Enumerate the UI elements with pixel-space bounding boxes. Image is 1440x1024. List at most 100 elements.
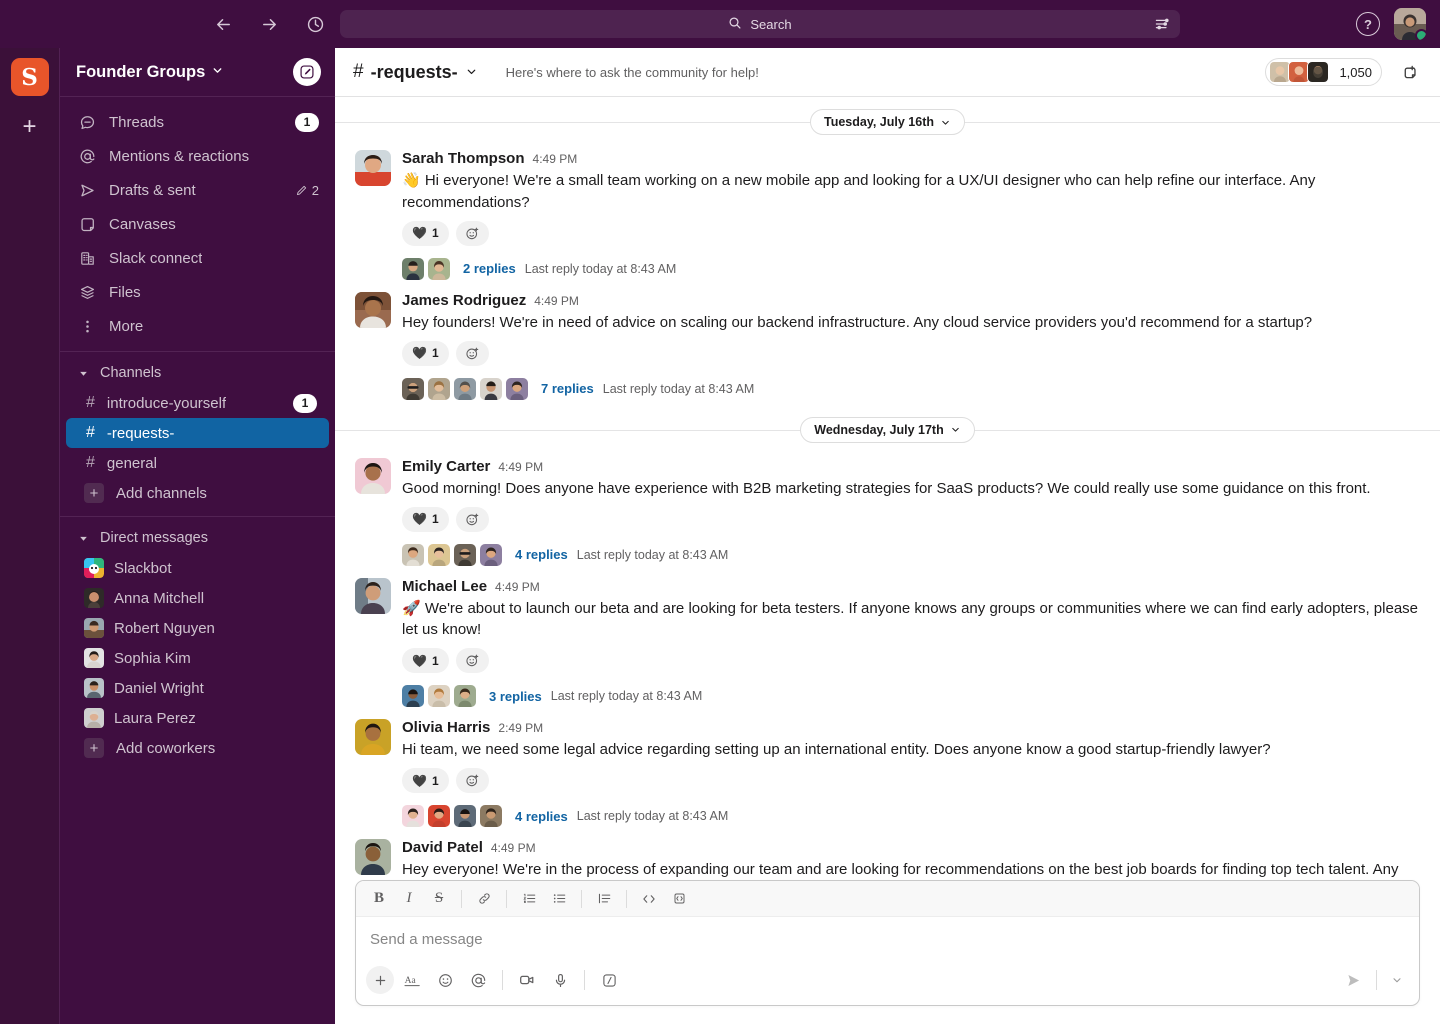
date-pill[interactable]: Tuesday, July 16th xyxy=(810,109,965,135)
clock-icon[interactable] xyxy=(300,9,330,39)
avatar[interactable] xyxy=(355,577,391,614)
sidebar-dm-slackbot[interactable]: Slackbot xyxy=(66,553,329,583)
thread-summary[interactable]: 4 replies Last reply today at 8:43 AM xyxy=(402,802,735,830)
message-author[interactable]: Olivia Harris xyxy=(402,719,490,737)
bold-icon[interactable]: B xyxy=(365,886,393,912)
sidebar-item-slack-connect[interactable]: Slack connect xyxy=(60,241,335,275)
chevron-down-icon[interactable] xyxy=(1385,966,1409,994)
thread-summary[interactable]: 7 replies Last reply today at 8:43 AM xyxy=(402,375,761,403)
channels-section-header[interactable]: Channels xyxy=(60,358,335,388)
sidebar-item-mentions[interactable]: Mentions & reactions xyxy=(60,139,335,173)
forward-button[interactable] xyxy=(254,9,284,39)
search-input[interactable]: Search xyxy=(340,10,1180,38)
avatar[interactable] xyxy=(1394,8,1426,40)
message-input[interactable]: Send a message xyxy=(356,917,1419,961)
link-icon[interactable] xyxy=(470,886,498,912)
reaction-pill[interactable]: 🖤 1 xyxy=(402,648,449,674)
workspace-icon[interactable]: S xyxy=(10,58,49,96)
thread-reply-count[interactable]: 7 replies xyxy=(541,381,594,396)
message-author[interactable]: James Rodriguez xyxy=(402,292,526,310)
add-workspace-icon[interactable]: + xyxy=(13,110,47,144)
workspace-switcher[interactable]: Founder Groups xyxy=(76,63,224,82)
thread-reply-count[interactable]: 3 replies xyxy=(489,689,542,704)
thread-summary[interactable]: 2 replies Last reply today at 8:43 AM xyxy=(402,255,683,283)
message-row[interactable]: James Rodriguez 4:49 PM Hey founders! We… xyxy=(335,285,1440,405)
message-row[interactable]: David Patel 4:49 PM Hey everyone! We're … xyxy=(335,832,1440,880)
avatar[interactable] xyxy=(355,719,391,756)
message-row[interactable]: Michael Lee 4:49 PM 🚀 We're about to lau… xyxy=(335,571,1440,713)
help-icon[interactable]: ? xyxy=(1356,12,1380,36)
message-timestamp[interactable]: 2:49 PM xyxy=(498,721,543,735)
add-reaction-icon[interactable] xyxy=(455,648,489,674)
emoji-icon[interactable] xyxy=(430,966,460,994)
thread-summary[interactable]: 4 replies Last reply today at 8:43 AM xyxy=(402,541,735,569)
reaction-pill[interactable]: 🖤 1 xyxy=(402,768,449,794)
video-icon[interactable] xyxy=(512,966,542,994)
sidebar-dm-daniel-wright[interactable]: Daniel Wright xyxy=(66,673,329,703)
back-button[interactable] xyxy=(208,9,238,39)
message-author[interactable]: Michael Lee xyxy=(402,578,487,596)
new-canvas-icon[interactable] xyxy=(1396,58,1424,86)
audio-icon[interactable] xyxy=(545,966,575,994)
sidebar-item-canvases[interactable]: Canvases xyxy=(60,207,335,241)
message-row[interactable]: Sarah Thompson 4:49 PM 👋 Hi everyone! We… xyxy=(335,143,1440,285)
message-row[interactable]: Emily Carter 4:49 PM Good morning! Does … xyxy=(335,451,1440,571)
sidebar-dm-laura-perez[interactable]: Laura Perez xyxy=(66,703,329,733)
sidebar-item-drafts[interactable]: Drafts & sent 2 xyxy=(60,173,335,207)
channel-title[interactable]: # -requests- xyxy=(353,58,484,86)
members-button[interactable]: 1,050 xyxy=(1265,58,1382,86)
sidebar-item-files[interactable]: Files xyxy=(60,275,335,309)
sidebar-channel-introduce-yourself[interactable]: # introduce-yourself 1 xyxy=(66,388,329,418)
thread-summary[interactable]: 3 replies Last reply today at 8:43 AM xyxy=(402,682,709,710)
message-timestamp[interactable]: 4:49 PM xyxy=(498,460,543,474)
send-icon[interactable] xyxy=(1338,966,1368,994)
message-timestamp[interactable]: 4:49 PM xyxy=(495,580,540,594)
reaction-pill[interactable]: 🖤 1 xyxy=(402,340,449,366)
message-row[interactable]: Olivia Harris 2:49 PM Hi team, we need s… xyxy=(335,712,1440,832)
thread-reply-count[interactable]: 2 replies xyxy=(463,261,516,276)
filter-icon[interactable] xyxy=(1154,16,1170,32)
blockquote-icon[interactable] xyxy=(590,886,618,912)
message-author[interactable]: David Patel xyxy=(402,839,483,857)
add-reaction-icon[interactable] xyxy=(455,506,489,532)
strikethrough-icon[interactable]: S xyxy=(425,886,453,912)
message-timestamp[interactable]: 4:49 PM xyxy=(491,841,536,855)
sidebar-dm-sophia-kim[interactable]: Sophia Kim xyxy=(66,643,329,673)
sidebar-dm-robert-nguyen[interactable]: Robert Nguyen xyxy=(66,613,329,643)
avatar[interactable] xyxy=(355,839,391,876)
ordered-list-icon[interactable] xyxy=(515,886,543,912)
dms-section-header[interactable]: Direct messages xyxy=(60,523,335,553)
date-pill[interactable]: Wednesday, July 17th xyxy=(800,416,975,443)
code-icon[interactable] xyxy=(635,886,663,912)
message-list[interactable]: Tuesday, July 16th Sarah Thompson 4:49 P… xyxy=(335,97,1440,880)
channel-topic[interactable]: Here's where to ask the community for he… xyxy=(506,65,759,80)
thread-reply-count[interactable]: 4 replies xyxy=(515,547,568,562)
compose-icon[interactable] xyxy=(293,58,321,86)
avatar[interactable] xyxy=(355,457,391,494)
bulleted-list-icon[interactable] xyxy=(545,886,573,912)
add-coworkers-button[interactable]: + Add coworkers xyxy=(66,733,329,763)
sidebar-item-more[interactable]: More xyxy=(60,309,335,343)
sidebar-channel-requests[interactable]: # -requests- xyxy=(66,418,329,448)
slash-command-icon[interactable] xyxy=(594,966,624,994)
reaction-pill[interactable]: 🖤 1 xyxy=(402,506,449,532)
avatar[interactable] xyxy=(355,150,391,186)
add-reaction-icon[interactable] xyxy=(455,340,489,366)
avatar[interactable] xyxy=(355,291,391,328)
message-author[interactable]: Sarah Thompson xyxy=(402,150,525,168)
plus-icon[interactable] xyxy=(366,966,394,994)
sidebar-item-threads[interactable]: Threads 1 xyxy=(60,105,335,139)
italic-icon[interactable]: I xyxy=(395,886,423,912)
message-timestamp[interactable]: 4:49 PM xyxy=(534,294,579,308)
sidebar-channel-general[interactable]: # general xyxy=(66,448,329,478)
mention-icon[interactable] xyxy=(463,966,493,994)
add-channels-button[interactable]: + Add channels xyxy=(66,478,329,508)
sidebar-dm-anna-mitchell[interactable]: Anna Mitchell xyxy=(66,583,329,613)
add-reaction-icon[interactable] xyxy=(455,220,489,246)
code-block-icon[interactable] xyxy=(665,886,693,912)
text-format-icon[interactable]: Aa xyxy=(397,966,427,994)
reaction-pill[interactable]: 🖤 1 xyxy=(402,220,449,246)
thread-reply-count[interactable]: 4 replies xyxy=(515,809,568,824)
message-timestamp[interactable]: 4:49 PM xyxy=(533,152,578,166)
message-author[interactable]: Emily Carter xyxy=(402,458,490,476)
